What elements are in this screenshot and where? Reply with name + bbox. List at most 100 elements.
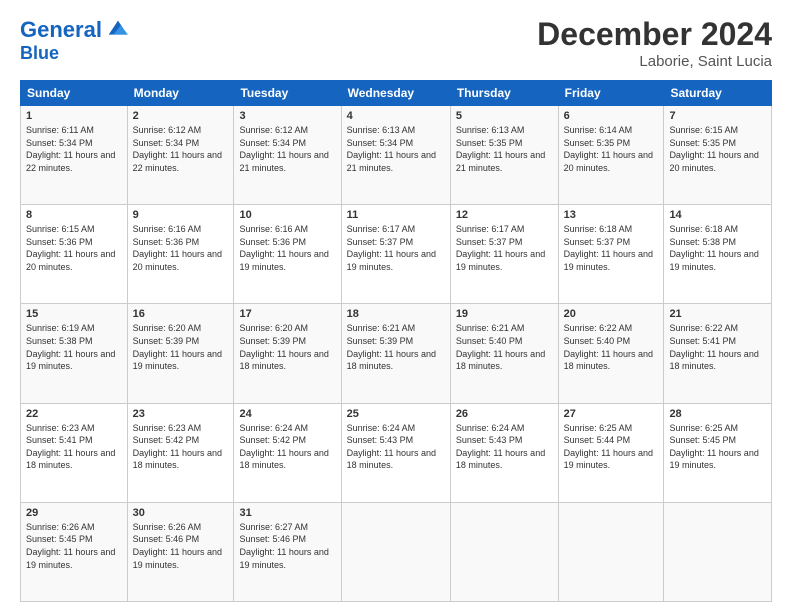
weekday-header-monday: Monday bbox=[127, 81, 234, 106]
calendar-cell: 29 Sunrise: 6:26 AMSunset: 5:45 PMDayligh… bbox=[21, 502, 128, 601]
day-number: 1 bbox=[26, 110, 122, 122]
day-info: Sunrise: 6:12 AMSunset: 5:34 PMDaylight:… bbox=[239, 124, 335, 174]
day-info: Sunrise: 6:13 AMSunset: 5:35 PMDaylight:… bbox=[456, 124, 553, 174]
day-number: 10 bbox=[239, 209, 335, 221]
day-number: 25 bbox=[347, 408, 445, 420]
calendar-cell: 26Sunrise: 6:24 AMSunset: 5:43 PMDayligh… bbox=[450, 403, 558, 502]
weekday-header-sunday: Sunday bbox=[21, 81, 128, 106]
day-info: Sunrise: 6:23 AMSunset: 5:41 PMDaylight:… bbox=[26, 422, 122, 472]
day-number: 17 bbox=[239, 308, 335, 320]
day-number: 9 bbox=[133, 209, 229, 221]
day-number: 19 bbox=[456, 308, 553, 320]
day-info: Sunrise: 6:24 AMSunset: 5:43 PMDaylight:… bbox=[347, 422, 445, 472]
day-info: Sunrise: 6:14 AMSunset: 5:35 PMDaylight:… bbox=[564, 124, 659, 174]
calendar-cell bbox=[450, 502, 558, 601]
day-number: 7 bbox=[669, 110, 766, 122]
calendar-cell: 21 Sunrise: 6:22 AMSunset: 5:41 PMDayligh… bbox=[664, 304, 772, 403]
day-info: Sunrise: 6:16 AMSunset: 5:36 PMDaylight:… bbox=[239, 223, 335, 273]
calendar-cell: 11Sunrise: 6:17 AMSunset: 5:37 PMDayligh… bbox=[341, 205, 450, 304]
day-info: Sunrise: 6:26 AMSunset: 5:46 PMDaylight:… bbox=[133, 521, 229, 571]
calendar-cell: 23Sunrise: 6:23 AMSunset: 5:42 PMDayligh… bbox=[127, 403, 234, 502]
day-number: 16 bbox=[133, 308, 229, 320]
day-number: 26 bbox=[456, 408, 553, 420]
day-number: 27 bbox=[564, 408, 659, 420]
day-info: Sunrise: 6:15 AMSunset: 5:35 PMDaylight:… bbox=[669, 124, 766, 174]
day-number: 3 bbox=[239, 110, 335, 122]
calendar-cell: 8 Sunrise: 6:15 AMSunset: 5:36 PMDaylight… bbox=[21, 205, 128, 304]
calendar-cell: 16 Sunrise: 6:20 AMSunset: 5:39 PMDayligh… bbox=[127, 304, 234, 403]
day-info: Sunrise: 6:25 AMSunset: 5:45 PMDaylight:… bbox=[669, 422, 766, 472]
week-row-5: 29 Sunrise: 6:26 AMSunset: 5:45 PMDayligh… bbox=[21, 502, 772, 601]
day-info: Sunrise: 6:17 AMSunset: 5:37 PMDaylight:… bbox=[456, 223, 553, 273]
day-number: 6 bbox=[564, 110, 659, 122]
weekday-header-thursday: Thursday bbox=[450, 81, 558, 106]
calendar-cell: 22 Sunrise: 6:23 AMSunset: 5:41 PMDayligh… bbox=[21, 403, 128, 502]
day-number: 29 bbox=[26, 507, 122, 519]
day-info: Sunrise: 6:22 AMSunset: 5:40 PMDaylight:… bbox=[564, 322, 659, 372]
day-number: 18 bbox=[347, 308, 445, 320]
calendar-cell: 31Sunrise: 6:27 AMSunset: 5:46 PMDayligh… bbox=[234, 502, 341, 601]
header: General Blue December 2024 Laborie, Sain… bbox=[20, 16, 772, 70]
day-info: Sunrise: 6:20 AMSunset: 5:39 PMDaylight:… bbox=[133, 322, 229, 372]
calendar-cell: 30 Sunrise: 6:26 AMSunset: 5:46 PMDayligh… bbox=[127, 502, 234, 601]
calendar-cell: 25 Sunrise: 6:24 AMSunset: 5:43 PMDayligh… bbox=[341, 403, 450, 502]
calendar-cell: 24Sunrise: 6:24 AMSunset: 5:42 PMDayligh… bbox=[234, 403, 341, 502]
calendar-cell: 15 Sunrise: 6:19 AMSunset: 5:38 PMDayligh… bbox=[21, 304, 128, 403]
day-info: Sunrise: 6:22 AMSunset: 5:41 PMDaylight:… bbox=[669, 322, 766, 372]
day-number: 14 bbox=[669, 209, 766, 221]
day-info: Sunrise: 6:12 AMSunset: 5:34 PMDaylight:… bbox=[133, 124, 229, 174]
day-number: 12 bbox=[456, 209, 553, 221]
day-number: 4 bbox=[347, 110, 445, 122]
day-info: Sunrise: 6:23 AMSunset: 5:42 PMDaylight:… bbox=[133, 422, 229, 472]
calendar-cell: 14 Sunrise: 6:18 AMSunset: 5:38 PMDayligh… bbox=[664, 205, 772, 304]
day-number: 2 bbox=[133, 110, 229, 122]
calendar-cell: 1 Sunrise: 6:11 AMSunset: 5:34 PMDaylight… bbox=[21, 106, 128, 205]
calendar-cell: 9 Sunrise: 6:16 AMSunset: 5:36 PMDaylight… bbox=[127, 205, 234, 304]
calendar-cell: 6 Sunrise: 6:14 AMSunset: 5:35 PMDaylight… bbox=[558, 106, 664, 205]
calendar-cell bbox=[341, 502, 450, 601]
logo-text: General bbox=[20, 18, 102, 42]
logo-blue: Blue bbox=[20, 44, 132, 64]
calendar-cell: 4Sunrise: 6:13 AMSunset: 5:34 PMDaylight… bbox=[341, 106, 450, 205]
calendar-cell: 5Sunrise: 6:13 AMSunset: 5:35 PMDaylight… bbox=[450, 106, 558, 205]
day-number: 22 bbox=[26, 408, 122, 420]
day-info: Sunrise: 6:11 AMSunset: 5:34 PMDaylight:… bbox=[26, 124, 122, 174]
weekday-header-saturday: Saturday bbox=[664, 81, 772, 106]
day-info: Sunrise: 6:24 AMSunset: 5:42 PMDaylight:… bbox=[239, 422, 335, 472]
calendar-cell: 3 Sunrise: 6:12 AMSunset: 5:34 PMDaylight… bbox=[234, 106, 341, 205]
day-number: 20 bbox=[564, 308, 659, 320]
day-info: Sunrise: 6:18 AMSunset: 5:38 PMDaylight:… bbox=[669, 223, 766, 273]
day-info: Sunrise: 6:18 AMSunset: 5:37 PMDaylight:… bbox=[564, 223, 659, 273]
weekday-header-row: SundayMondayTuesdayWednesdayThursdayFrid… bbox=[21, 81, 772, 106]
day-info: Sunrise: 6:25 AMSunset: 5:44 PMDaylight:… bbox=[564, 422, 659, 472]
day-info: Sunrise: 6:16 AMSunset: 5:36 PMDaylight:… bbox=[133, 223, 229, 273]
logo: General Blue bbox=[20, 16, 132, 64]
day-number: 8 bbox=[26, 209, 122, 221]
week-row-2: 8 Sunrise: 6:15 AMSunset: 5:36 PMDaylight… bbox=[21, 205, 772, 304]
calendar-cell bbox=[558, 502, 664, 601]
calendar-cell: 10 Sunrise: 6:16 AMSunset: 5:36 PMDayligh… bbox=[234, 205, 341, 304]
day-info: Sunrise: 6:15 AMSunset: 5:36 PMDaylight:… bbox=[26, 223, 122, 273]
day-number: 15 bbox=[26, 308, 122, 320]
calendar-table: SundayMondayTuesdayWednesdayThursdayFrid… bbox=[20, 80, 772, 602]
day-info: Sunrise: 6:21 AMSunset: 5:39 PMDaylight:… bbox=[347, 322, 445, 372]
weekday-header-friday: Friday bbox=[558, 81, 664, 106]
day-number: 30 bbox=[133, 507, 229, 519]
weekday-header-tuesday: Tuesday bbox=[234, 81, 341, 106]
calendar-cell: 20 Sunrise: 6:22 AMSunset: 5:40 PMDayligh… bbox=[558, 304, 664, 403]
calendar-cell: 2 Sunrise: 6:12 AMSunset: 5:34 PMDaylight… bbox=[127, 106, 234, 205]
day-number: 13 bbox=[564, 209, 659, 221]
week-row-1: 1 Sunrise: 6:11 AMSunset: 5:34 PMDaylight… bbox=[21, 106, 772, 205]
day-info: Sunrise: 6:19 AMSunset: 5:38 PMDaylight:… bbox=[26, 322, 122, 372]
day-info: Sunrise: 6:21 AMSunset: 5:40 PMDaylight:… bbox=[456, 322, 553, 372]
location: Laborie, Saint Lucia bbox=[537, 53, 772, 70]
page: General Blue December 2024 Laborie, Sain… bbox=[0, 0, 792, 612]
day-number: 21 bbox=[669, 308, 766, 320]
title-block: December 2024 Laborie, Saint Lucia bbox=[537, 16, 772, 70]
calendar-cell: 12 Sunrise: 6:17 AMSunset: 5:37 PMDayligh… bbox=[450, 205, 558, 304]
calendar-cell: 18 Sunrise: 6:21 AMSunset: 5:39 PMDayligh… bbox=[341, 304, 450, 403]
day-info: Sunrise: 6:20 AMSunset: 5:39 PMDaylight:… bbox=[239, 322, 335, 372]
calendar-cell: 7 Sunrise: 6:15 AMSunset: 5:35 PMDaylight… bbox=[664, 106, 772, 205]
calendar-cell: 19 Sunrise: 6:21 AMSunset: 5:40 PMDayligh… bbox=[450, 304, 558, 403]
day-info: Sunrise: 6:26 AMSunset: 5:45 PMDaylight:… bbox=[26, 521, 122, 571]
